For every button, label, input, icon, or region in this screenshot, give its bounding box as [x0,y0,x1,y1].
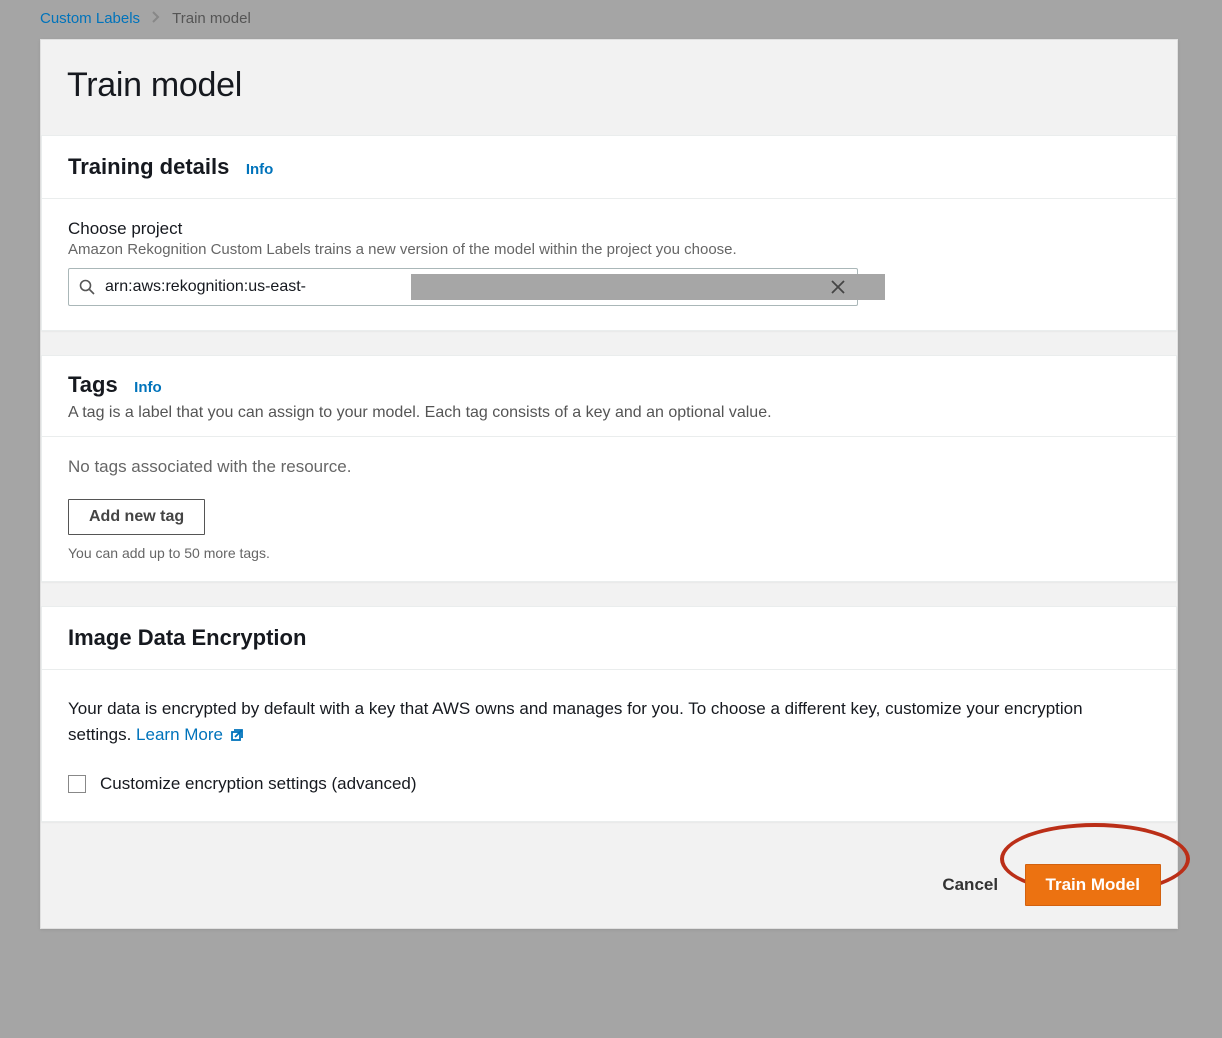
breadcrumb-current: Train model [172,10,251,27]
tags-empty-text: No tags associated with the resource. [68,457,1150,477]
panel-body-training-details: Choose project Amazon Rekognition Custom… [42,199,1176,330]
heading-training-details: Training details [68,154,229,179]
info-link-tags[interactable]: Info [134,379,162,396]
page-title: Train model [67,66,1151,105]
breadcrumb: Custom Labels Train model [0,0,1222,39]
panel-encryption: Image Data Encryption Your data is encry… [41,606,1177,822]
heading-tags: Tags [68,372,118,397]
search-icon [69,279,105,295]
panel-header-encryption: Image Data Encryption [42,607,1176,670]
page-header: Train model [41,40,1177,135]
cancel-button[interactable]: Cancel [942,875,998,895]
project-select-combobox[interactable] [68,268,858,306]
add-tag-button[interactable]: Add new tag [68,499,205,535]
learn-more-link[interactable]: Learn More [136,725,246,744]
info-link-training-details[interactable]: Info [246,161,274,178]
panel-header-tags: Tags Info A tag is a label that you can … [42,356,1176,437]
description-tags: A tag is a label that you can assign to … [68,398,1150,422]
train-model-button[interactable]: Train Model [1025,864,1161,906]
panel-tags: Tags Info A tag is a label that you can … [41,355,1177,582]
redacted-region [411,274,885,300]
customize-encryption-checkbox[interactable] [68,775,86,793]
external-link-icon [230,724,246,750]
hint-choose-project: Amazon Rekognition Custom Labels trains … [68,241,1150,258]
learn-more-text: Learn More [136,725,223,744]
page-container: Train model Training details Info Choose… [40,39,1178,929]
tags-limit-hint: You can add up to 50 more tags. [68,545,1150,561]
panel-training-details: Training details Info Choose project Ama… [41,135,1177,331]
heading-encryption: Image Data Encryption [68,625,306,650]
breadcrumb-root-link[interactable]: Custom Labels [40,10,140,27]
label-choose-project: Choose project [68,219,1150,239]
clear-icon[interactable] [819,269,857,305]
chevron-right-icon [152,10,160,26]
customize-encryption-label[interactable]: Customize encryption settings (advanced) [100,771,417,797]
footer-actions: Cancel Train Model [41,846,1177,928]
panel-header-training-details: Training details Info [42,136,1176,199]
panel-body-encryption: Your data is encrypted by default with a… [42,670,1176,821]
panel-body-tags: No tags associated with the resource. Ad… [42,437,1176,581]
